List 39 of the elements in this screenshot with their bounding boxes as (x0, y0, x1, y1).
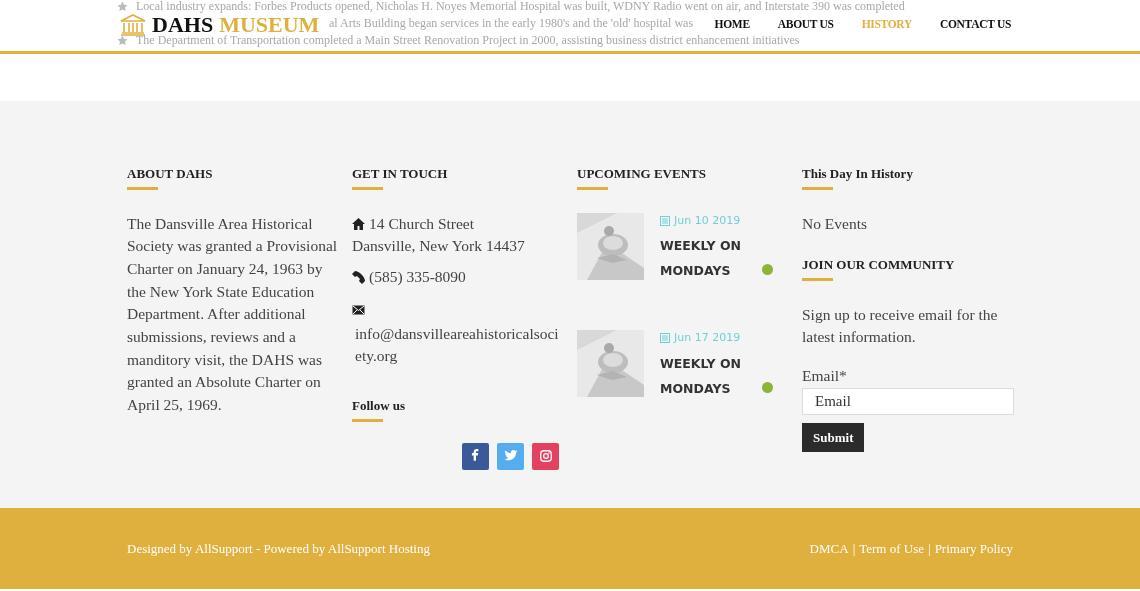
separator: | (852, 539, 856, 558)
facebook-icon[interactable] (462, 442, 489, 470)
twitter-icon[interactable] (497, 442, 524, 470)
section-heading: Follow us (352, 396, 406, 425)
event-date: Jun 17 2019 (674, 330, 741, 346)
email-link[interactable]: info@dansvilleareahistoricalsociety.org (352, 322, 565, 368)
instagram-icon[interactable] (532, 442, 559, 470)
section-heading: JOIN OUR COMMUNITY (802, 255, 955, 284)
no-events-text: No Events (802, 213, 868, 234)
about-text: The Dansville Area Historical Society was granted a Provisional Charter on January 24, 1963 by the New York State Education Department. After additional submissions, reviews and a manditory visit, the DAHS was granted an Absolute Charter on April 25, 1969. (127, 213, 339, 416)
separator: | (928, 539, 931, 558)
signup-text: Sign up to receive email for the latest information. (802, 304, 999, 348)
envelope-icon (352, 304, 365, 315)
event-title[interactable]: WEEKLY ON MONDAYS (660, 350, 758, 401)
event-date: Jun 10 2019 (674, 212, 741, 229)
phone-text: (585) 335-8090 (369, 266, 466, 287)
background-text: The Department of Transportation completed a Main Street Renovation Project in 2000, assisting business district enhancement initiatives (136, 34, 800, 47)
field-label: Email* (802, 366, 848, 387)
background-text: Local industry expands: Forbes Products opened, Nicholas H. Noyes Memorial Hospital was built, WDNY Radio went on air, and Interstate 390 was completed (136, 0, 905, 13)
calendar-icon (660, 333, 670, 344)
logo-text[interactable]: DAHS (152, 13, 214, 36)
address-text: 14 Church Street (369, 213, 475, 234)
background-text: al Arts Building began services in the early 1980's and the 'old' hospital was (329, 17, 694, 30)
section-heading: This Day In History (802, 164, 913, 193)
credit-text: Designed by AllSupport - Powered by AllSupport Hosting (127, 539, 430, 558)
phone-icon (352, 270, 365, 284)
email-field[interactable]: Email (802, 387, 1014, 415)
section-heading: ABOUT DAHS (127, 164, 213, 193)
museum-icon (120, 13, 146, 36)
nav-link[interactable]: ABOUT US (763, 15, 848, 34)
nav-link[interactable]: CONTACT US (925, 15, 1025, 34)
section-heading: UPCOMING EVENTS (577, 164, 706, 193)
submit-button[interactable]: Submit (802, 422, 865, 453)
calendar-icon (660, 215, 670, 226)
event-title[interactable]: WEEKLY ON MONDAYS (660, 233, 758, 283)
address-text: Dansville, New York 14437 (352, 236, 526, 257)
nav-link[interactable]: HOME (700, 15, 764, 34)
home-icon (352, 217, 365, 230)
section-heading: GET IN TOUCH (352, 164, 448, 193)
